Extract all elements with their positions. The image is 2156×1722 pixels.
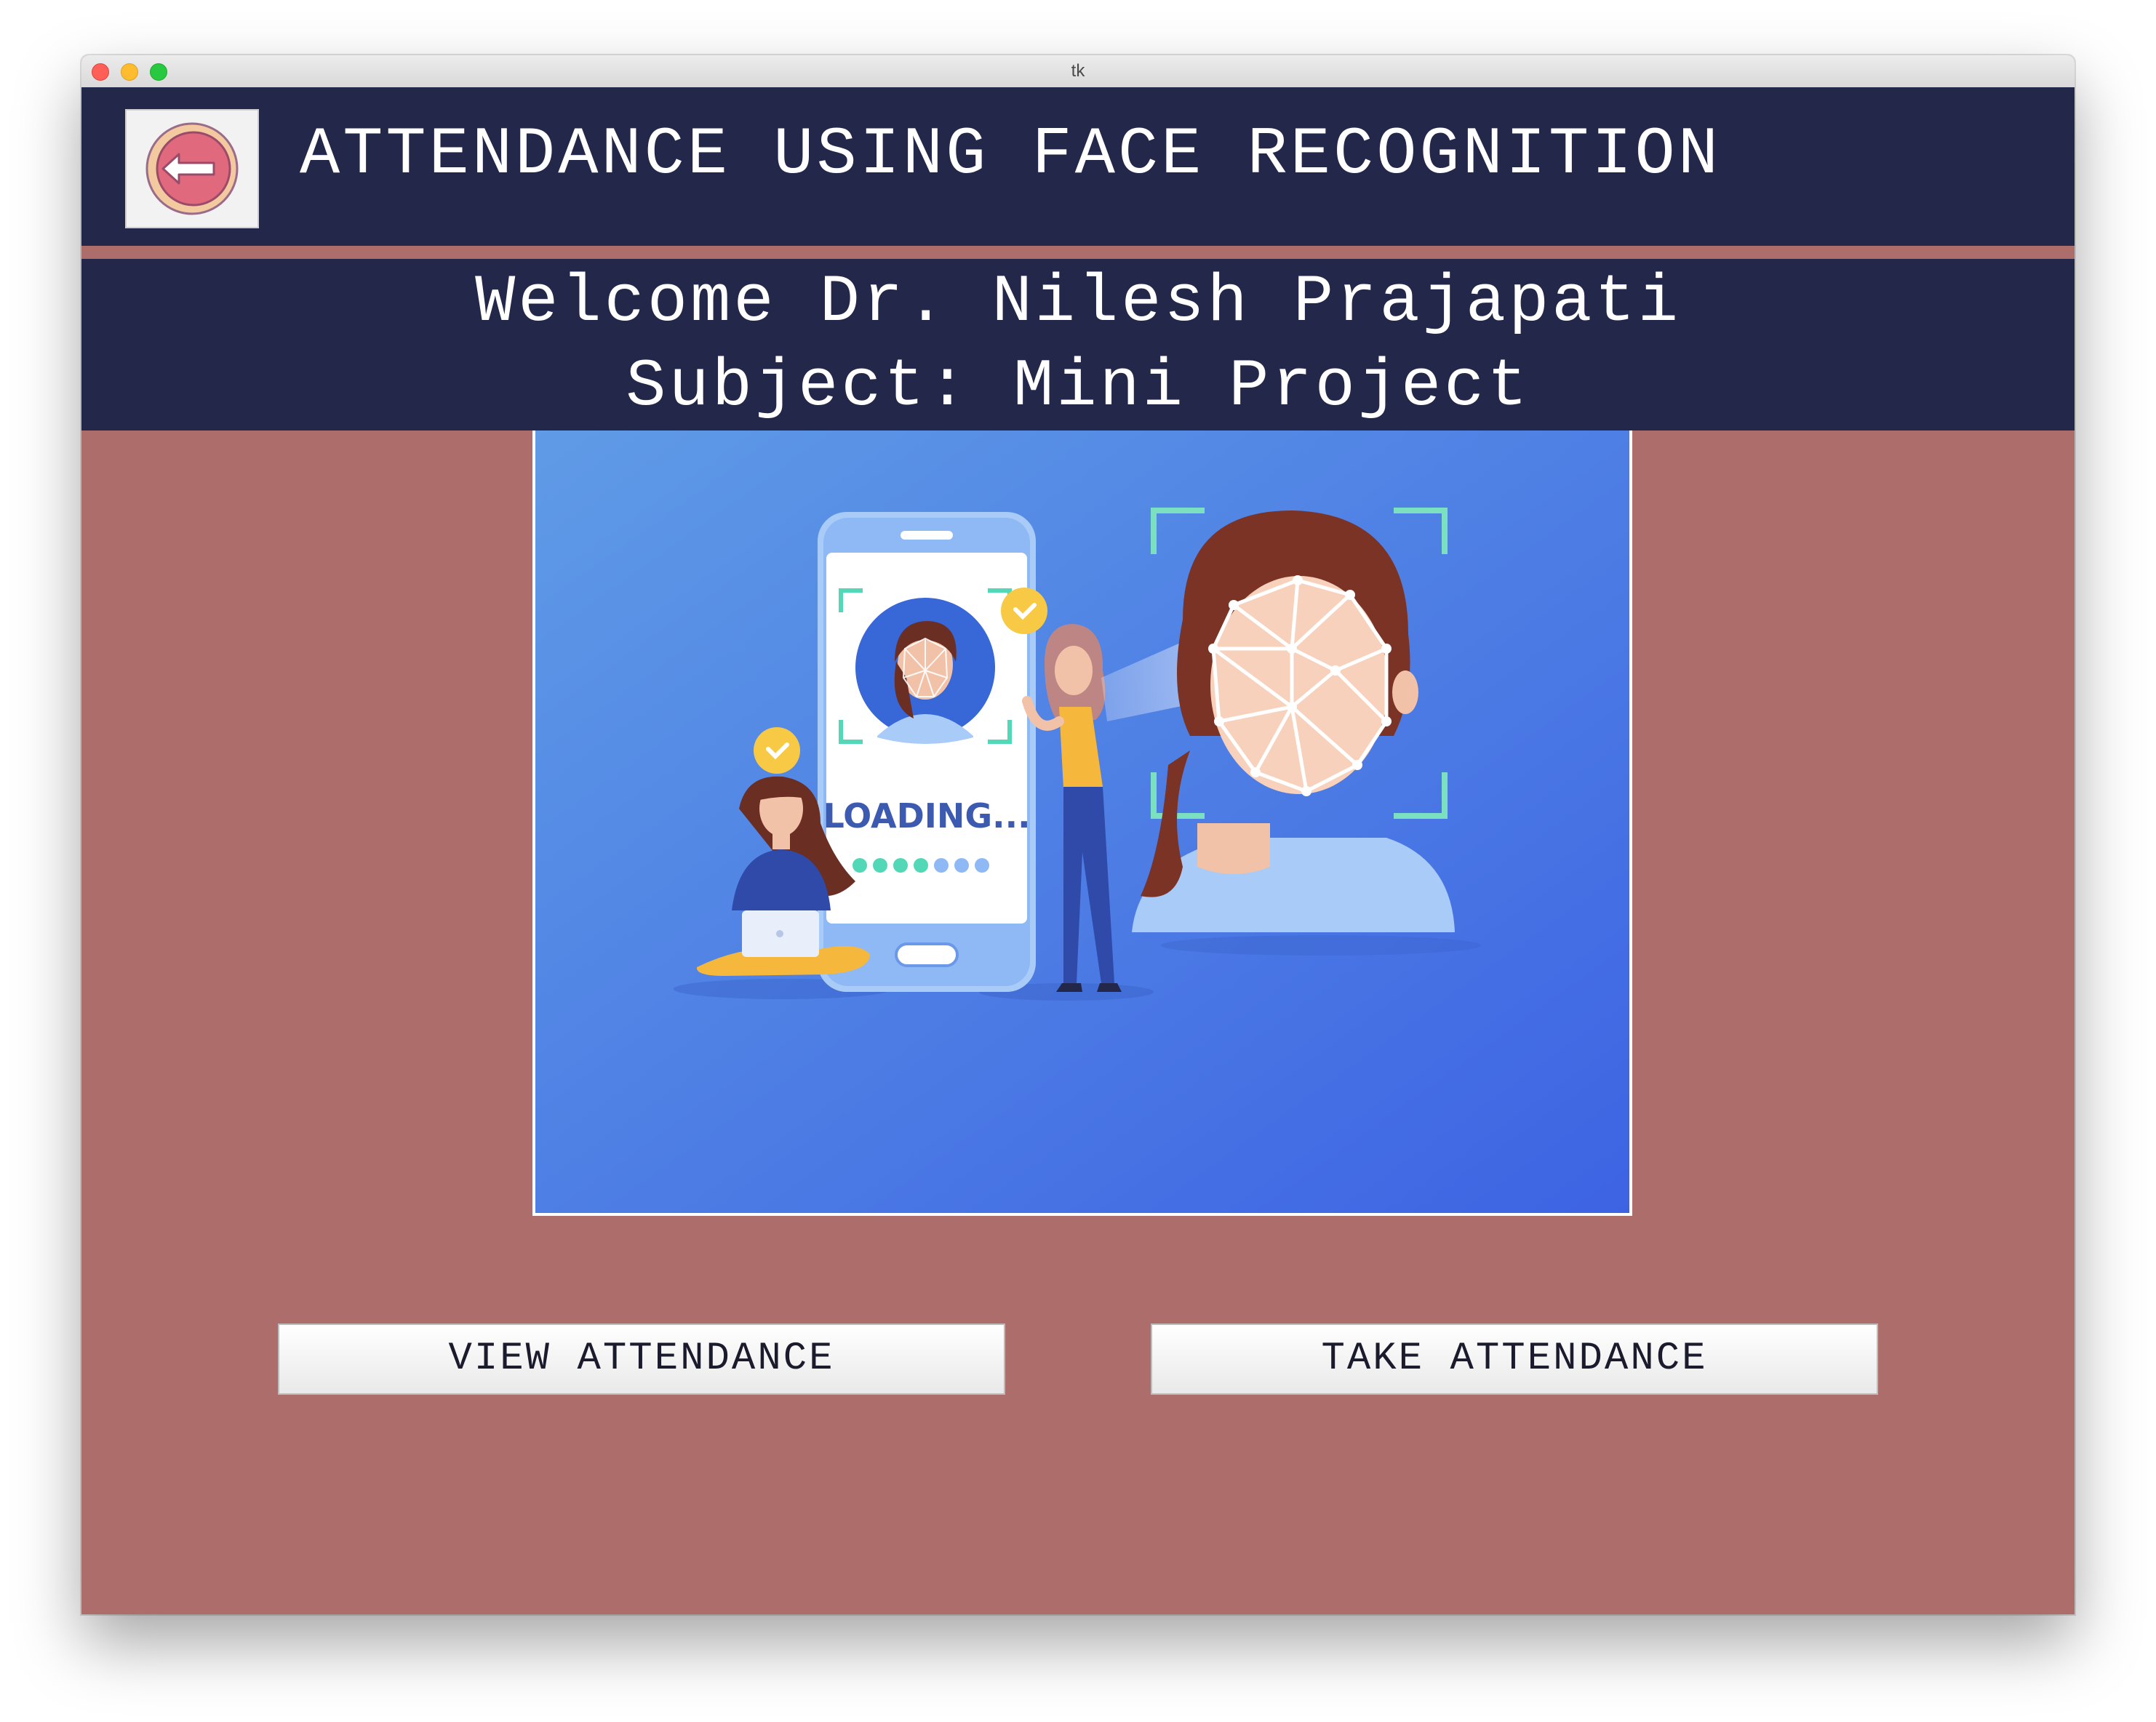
welcome-panel: Welcome Dr. Nilesh Prajapati Subject: Mi…	[81, 259, 2075, 430]
app-header: ATTENDANCE USING FACE RECOGNITION	[81, 87, 2075, 246]
logout-arrow-icon	[145, 122, 239, 215]
illustration-graphic: LOADING...	[535, 430, 1629, 1213]
loading-text: LOADING...	[823, 796, 1030, 836]
app-window: tk ATTENDANCE USING FACE RECOGNITION Wel…	[81, 55, 2075, 1614]
take-attendance-button[interactable]: TAKE ATTENDANCE	[1151, 1323, 1878, 1395]
app-title: ATTENDANCE USING FACE RECOGNITION	[300, 116, 1721, 193]
window-title: tk	[1071, 61, 1085, 81]
phone-graphic: LOADING...	[818, 512, 1036, 992]
subject-label: Subject: Mini Project	[626, 348, 1530, 425]
check-badge-icon	[754, 727, 800, 774]
view-attendance-button[interactable]: VIEW ATTENDANCE	[278, 1323, 1005, 1395]
check-badge-icon	[1001, 588, 1047, 634]
title-bar[interactable]: tk	[81, 55, 2075, 88]
logout-button[interactable]	[125, 109, 259, 228]
header-divider	[81, 246, 2075, 259]
welcome-greeting: Welcome Dr. Nilesh Prajapati	[475, 264, 1681, 340]
face-recognition-illustration: LOADING...	[532, 430, 1632, 1216]
